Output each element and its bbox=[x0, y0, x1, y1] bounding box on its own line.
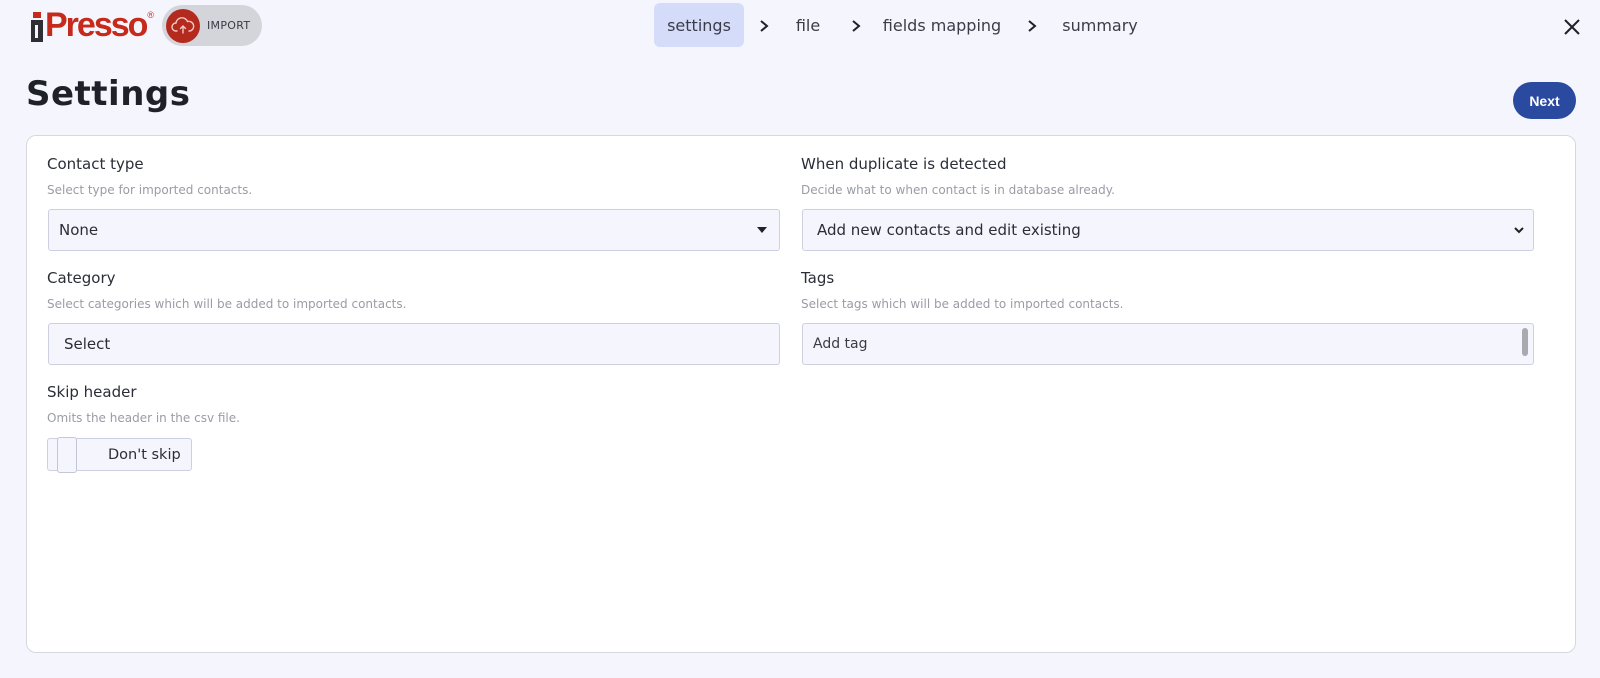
category-label: Category bbox=[47, 269, 116, 287]
category-help: Select categories which will be added to… bbox=[47, 297, 407, 311]
skip-header-label: Skip header bbox=[47, 383, 137, 401]
chevron-right-icon bbox=[1028, 20, 1037, 32]
duplicate-help: Decide what to when contact is in databa… bbox=[801, 183, 1115, 197]
toggle-knob[interactable] bbox=[57, 437, 77, 473]
step-file[interactable]: file bbox=[786, 3, 830, 47]
chevron-down-icon bbox=[1514, 227, 1524, 234]
skip-header-toggle[interactable]: Don't skip bbox=[47, 437, 192, 473]
category-select[interactable]: Select bbox=[48, 323, 780, 365]
chevron-right-icon bbox=[852, 20, 861, 32]
caret-down-icon bbox=[757, 227, 767, 233]
top-bar: Presso ® IMPORT settings file fields map… bbox=[0, 0, 1600, 52]
chevron-right-icon bbox=[760, 20, 769, 32]
next-button[interactable]: Next bbox=[1513, 82, 1576, 119]
category-value: Select bbox=[64, 335, 111, 353]
step-summary[interactable]: summary bbox=[1058, 3, 1142, 47]
wizard-steps: settings file fields mapping summary bbox=[0, 3, 1600, 47]
contact-type-help: Select type for imported contacts. bbox=[47, 183, 253, 197]
scrollbar-thumb[interactable] bbox=[1522, 328, 1528, 356]
page-title: Settings bbox=[26, 74, 191, 114]
skip-header-value: Don't skip bbox=[108, 446, 181, 463]
duplicate-value: Add new contacts and edit existing bbox=[817, 221, 1081, 239]
contact-type-value: None bbox=[59, 221, 99, 239]
contact-type-select[interactable]: None bbox=[48, 209, 780, 251]
tags-input[interactable]: Add tag bbox=[802, 323, 1534, 365]
skip-header-help: Omits the header in the csv file. bbox=[47, 411, 240, 425]
tags-label: Tags bbox=[801, 269, 835, 287]
settings-form-card: Contact type Select type for imported co… bbox=[26, 135, 1576, 653]
duplicate-label: When duplicate is detected bbox=[801, 155, 1007, 173]
duplicate-select[interactable]: Add new contacts and edit existing bbox=[802, 209, 1534, 251]
close-icon[interactable] bbox=[1563, 18, 1581, 36]
tags-help: Select tags which will be added to impor… bbox=[801, 297, 1124, 311]
step-settings[interactable]: settings bbox=[654, 3, 744, 47]
step-fields-mapping[interactable]: fields mapping bbox=[880, 3, 1004, 47]
tags-placeholder: Add tag bbox=[813, 336, 868, 352]
contact-type-label: Contact type bbox=[47, 155, 144, 173]
